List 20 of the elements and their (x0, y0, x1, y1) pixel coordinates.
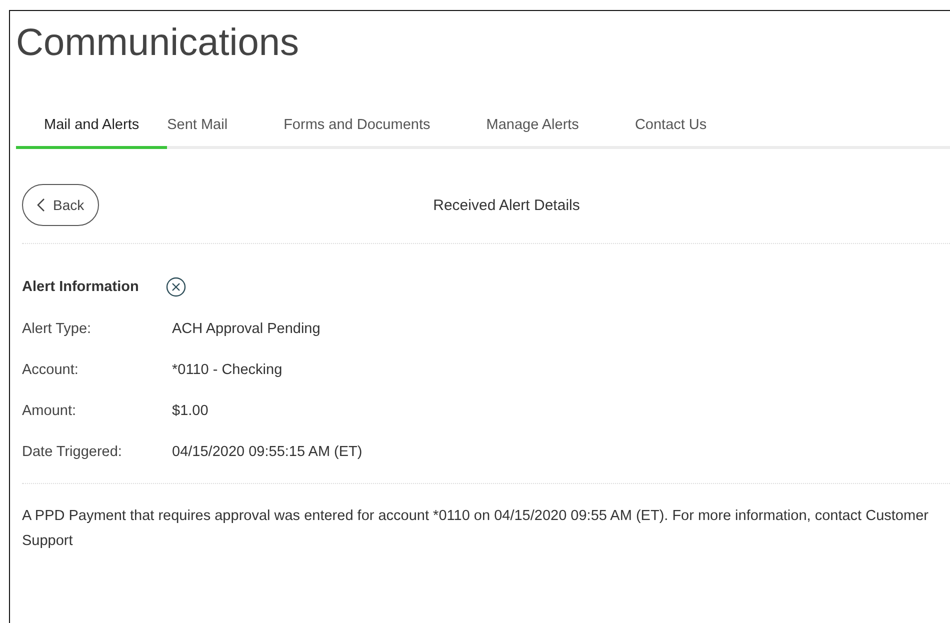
tab[interactable]: Sent Mail (167, 109, 256, 149)
field-value: ACH Approval Pending (172, 320, 320, 338)
alert-message: A PPD Payment that requires approval was entered for account *0110 on 04/15/2020 09:55 AM (ET). For more information, contact Customer Support (22, 483, 950, 554)
back-button[interactable]: Back (22, 184, 100, 226)
tab[interactable]: Mail and Alerts (16, 109, 168, 149)
page-title: Communications (16, 21, 299, 65)
detail-title: Received Alert Details (433, 196, 580, 214)
tab[interactable]: Forms and Documents (256, 109, 458, 149)
field-value: *0110 - Checking (172, 361, 282, 379)
tab[interactable]: Manage Alerts (458, 109, 607, 149)
tab[interactable]: Contact Us (606, 109, 735, 149)
close-icon[interactable] (166, 277, 186, 297)
section-title: Alert Information (22, 279, 139, 295)
field-value: $1.00 (172, 402, 208, 420)
field-label: Date Triggered: (22, 443, 123, 461)
field-label: Alert Type: (22, 320, 92, 338)
field-label: Account: (22, 361, 80, 379)
field-value: 04/15/2020 09:55:15 AM (ET) (172, 443, 362, 461)
chevron-left-icon (37, 198, 45, 212)
field-label: Amount: (22, 402, 77, 420)
